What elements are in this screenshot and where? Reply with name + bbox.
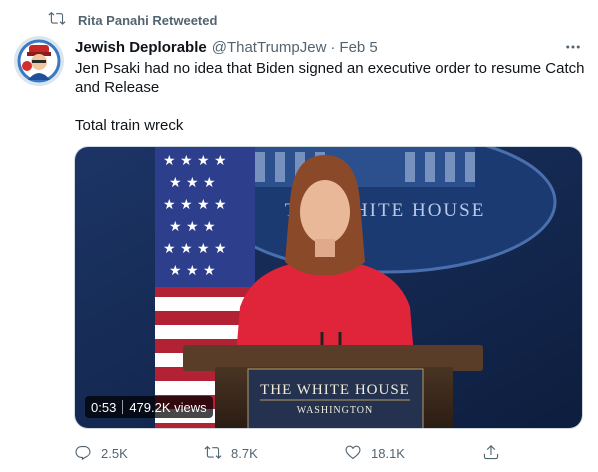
svg-text:★ ★ ★ ★: ★ ★ ★ ★ [163, 241, 227, 257]
svg-text:★ ★ ★ ★: ★ ★ ★ ★ [163, 197, 227, 213]
badge-divider [122, 400, 124, 414]
like-count: 18.1K [371, 445, 405, 461]
tweet-text: Jen Psaki had no idea that Biden signed … [75, 59, 587, 135]
avatar[interactable] [14, 36, 64, 86]
video-stats-badge: 0:53 479.2K views [85, 396, 213, 418]
tweet-text-line: Jen Psaki had no idea that Biden signed … [75, 60, 585, 96]
video-player[interactable]: THE WHITE HOUSE ★ ★ ★ ★ ★ ★ ★ ★ ★ ★ ★ ★ ★ … [74, 146, 583, 429]
separator-dot: · [330, 38, 336, 56]
video-thumbnail: THE WHITE HOUSE ★ ★ ★ ★ ★ ★ ★ ★ ★ ★ ★ ★ ★ … [75, 147, 582, 428]
author-name[interactable]: Jewish Deplorable [75, 39, 207, 56]
action-bar: 2.5K 8.7K 18.1K [74, 443, 504, 463]
retweet-count: 8.7K [231, 445, 258, 461]
tweet-date[interactable]: Feb 5 [339, 39, 377, 56]
share-icon [482, 443, 500, 464]
svg-text:★ ★ ★: ★ ★ ★ [169, 219, 216, 235]
like-icon [344, 443, 362, 464]
svg-text:★ ★ ★: ★ ★ ★ [169, 263, 216, 279]
author-handle[interactable]: @ThatTrumpJew [212, 39, 327, 56]
video-views: 479.2K views [129, 399, 207, 415]
reply-button[interactable]: 2.5K [74, 443, 128, 464]
video-duration: 0:53 [91, 399, 117, 415]
tweet-header: Jewish Deplorable @ThatTrumpJew · Feb 5 [75, 38, 586, 56]
podium-title: THE WHITE HOUSE [260, 382, 410, 398]
tweet-text-line: Total train wreck [75, 117, 184, 134]
svg-text:★ ★ ★: ★ ★ ★ [169, 175, 216, 191]
retweet-icon [204, 443, 222, 464]
retweet-button[interactable]: 8.7K [204, 443, 258, 464]
retweet-icon [48, 9, 66, 32]
svg-text:★ ★ ★ ★: ★ ★ ★ ★ [163, 153, 227, 169]
retweet-context: Rita Panahi Retweeted [48, 10, 217, 30]
retweet-label[interactable]: Rita Panahi Retweeted [78, 13, 217, 28]
like-button[interactable]: 18.1K [344, 443, 405, 464]
reply-icon [74, 443, 92, 464]
share-button[interactable] [482, 443, 500, 464]
more-icon[interactable] [564, 38, 582, 56]
reply-count: 2.5K [101, 445, 128, 461]
podium-subtitle: WASHINGTON [297, 405, 373, 416]
